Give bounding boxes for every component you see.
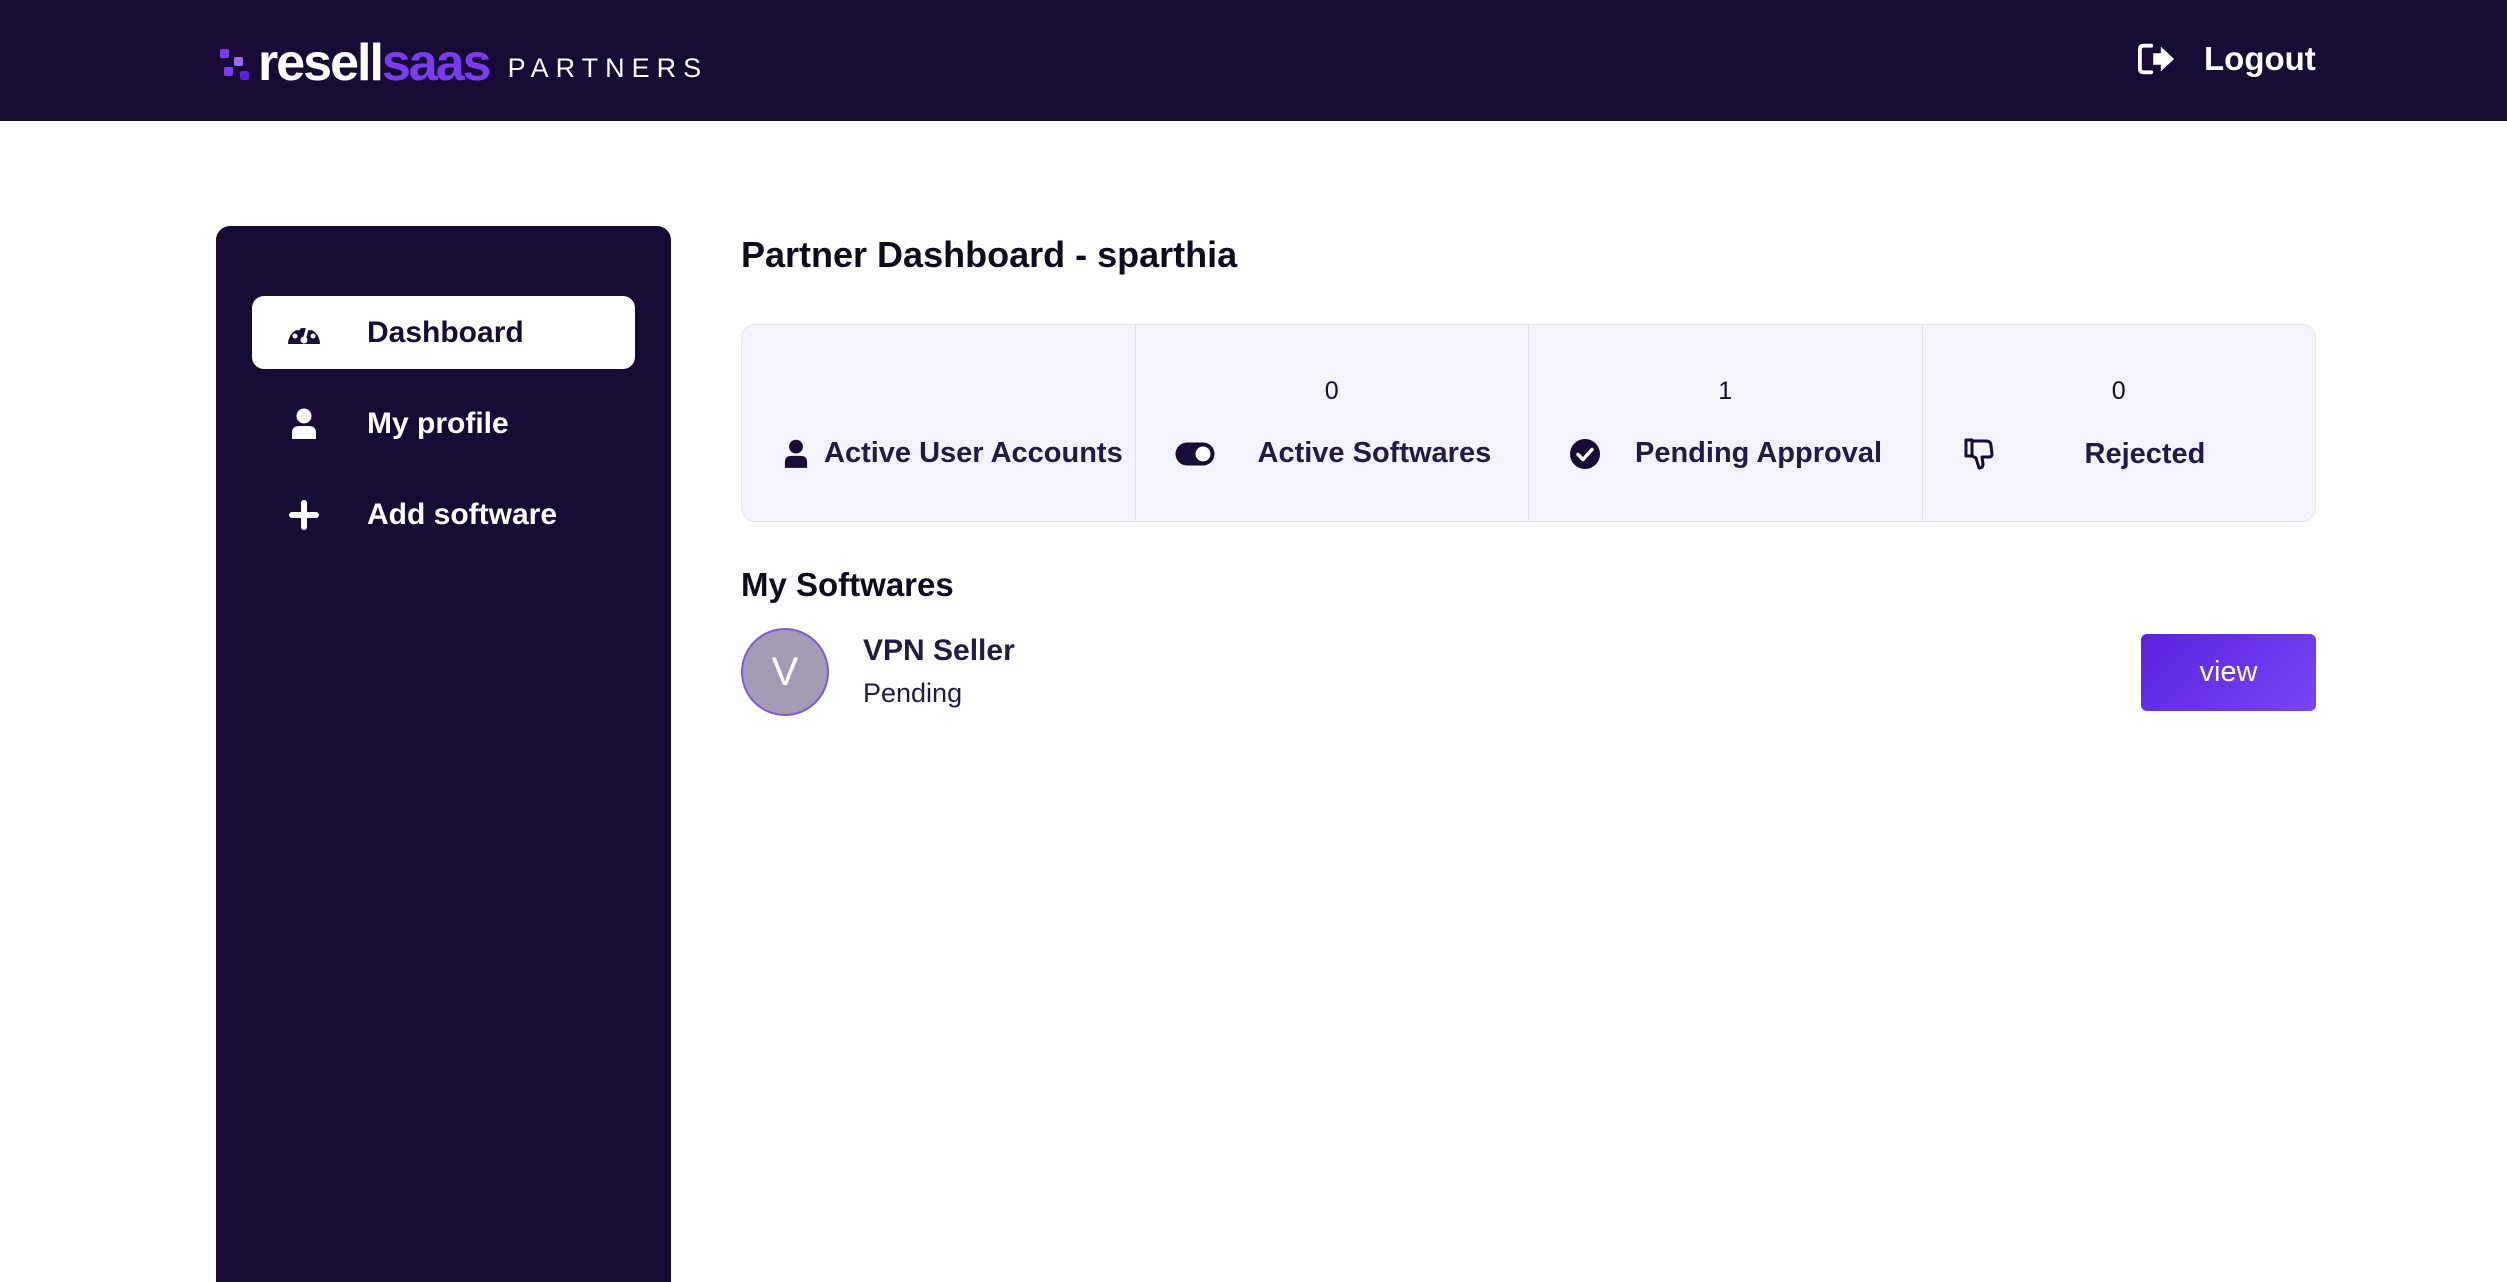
page-title: Partner Dashboard - sparthia: [741, 234, 1238, 275]
sign-out-icon: [2138, 43, 2175, 75]
top-navbar: resellsaas PARTNERS Logout: [0, 0, 2507, 121]
logo-mark-icon: [220, 49, 254, 83]
stat-rejected: 0 Rejected: [1923, 325, 2316, 521]
sidebar-item-label: Dashboard: [367, 315, 524, 349]
resellsaas-logo[interactable]: resellsaas PARTNERS: [220, 34, 709, 92]
my-softwares-heading: My Softwares: [741, 566, 954, 603]
logout-button[interactable]: Logout: [2138, 36, 2316, 82]
software-status: Pending: [863, 678, 963, 708]
stat-active-softwares: 0 Active Softwares: [1136, 325, 1529, 521]
software-avatar: V: [741, 628, 829, 716]
sidebar-item-label: My profile: [367, 406, 509, 440]
stat-value: 0: [2111, 377, 2126, 405]
logout-label: Logout: [2204, 40, 2316, 77]
sidebar: Dashboard My profile Add software: [216, 226, 671, 1282]
sidebar-item-label: Add software: [367, 497, 558, 531]
toggle-on-icon: [1174, 441, 1216, 467]
stat-active-user-accounts: Active User Accounts: [742, 325, 1136, 521]
sidebar-item-dashboard[interactable]: Dashboard: [252, 296, 635, 369]
stat-label: Active User Accounts: [824, 437, 1123, 469]
logo-wordmark: resellsaas: [258, 34, 492, 92]
stat-label: Rejected: [2084, 437, 2206, 470]
logo-subtitle: PARTNERS: [507, 52, 709, 83]
check-circle-icon: [1569, 438, 1601, 470]
user-icon: [286, 406, 322, 442]
stat-label: Pending Approval: [1635, 437, 1883, 469]
thumbs-down-icon: [1963, 437, 1995, 471]
stats-panel: Active User Accounts 0 Active Softwares …: [741, 324, 2316, 522]
sidebar-item-my-profile[interactable]: My profile: [252, 387, 635, 460]
stat-label: Active Softwares: [1257, 437, 1492, 469]
stat-pending-approval: 1 Pending Approval: [1529, 325, 1923, 521]
stat-value: 0: [1324, 377, 1339, 405]
user-icon: [784, 439, 808, 469]
plus-icon: [286, 497, 322, 533]
stat-value: 1: [1718, 377, 1733, 405]
software-name: VPN Seller: [863, 634, 1015, 667]
tachometer-icon: [286, 315, 322, 351]
list-item: V VPN Seller Pending view: [741, 628, 2316, 716]
sidebar-item-add-software[interactable]: Add software: [252, 478, 635, 551]
view-software-button[interactable]: view: [2141, 634, 2316, 711]
